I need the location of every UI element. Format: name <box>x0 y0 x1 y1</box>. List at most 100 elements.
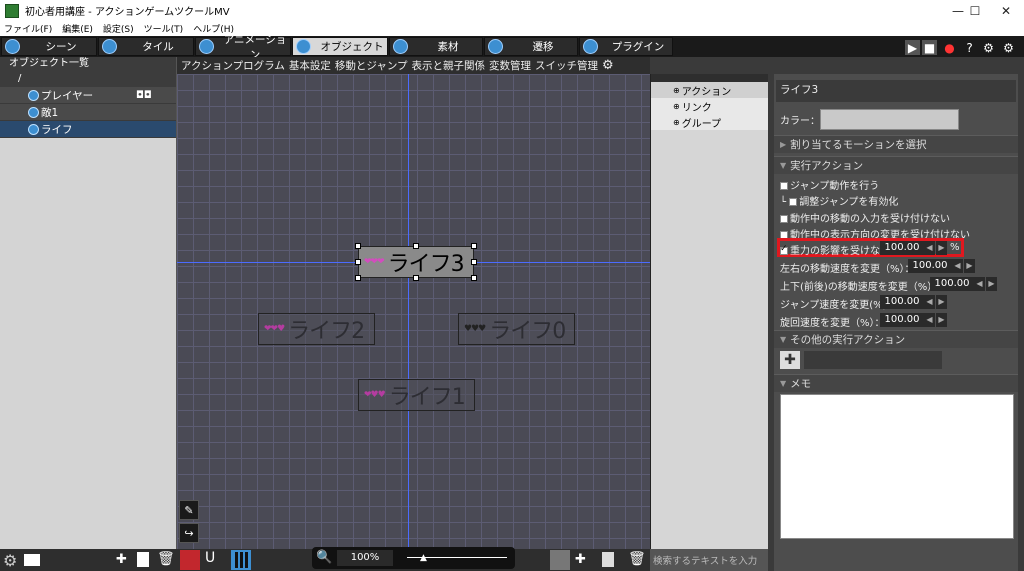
add-action-button[interactable]: ✚ <box>780 351 800 369</box>
decrement-icon[interactable]: ◀ <box>924 295 935 309</box>
memo-section[interactable]: ▼ メモ <box>774 374 1018 392</box>
increment-icon[interactable]: ▶ <box>936 313 947 327</box>
resize-handle[interactable] <box>355 259 361 265</box>
object-item-player[interactable]: プレイヤー ◘◘ <box>0 87 176 104</box>
increment-icon[interactable]: ▶ <box>936 295 947 309</box>
decrement-icon[interactable]: ◀ <box>924 313 935 327</box>
ud-speed-value[interactable]: 100.00 <box>930 277 974 291</box>
connect-tool-icon[interactable]: ↪ <box>179 523 199 543</box>
stop-icon[interactable]: ■ <box>922 40 937 55</box>
menu-bar: ファイル(F) 編集(E) 設定(S) ツール(T) ヘルプ(H) <box>0 21 1024 36</box>
resize-handle[interactable] <box>413 243 419 249</box>
zoom-icon[interactable]: 🔍 <box>316 550 332 565</box>
tab-animation[interactable]: アニメーション <box>195 34 291 61</box>
adjust-jump-checkbox[interactable]: └ 調整ジャンプを有効化 <box>780 193 898 208</box>
play-icon[interactable]: ▶ <box>905 40 920 55</box>
menu-settings[interactable]: 設定(S) <box>103 22 134 35</box>
palette-item-link[interactable]: ⊕ リンク <box>651 98 768 114</box>
palette-search-input[interactable]: 検索するテキストを入力 <box>650 549 768 571</box>
transition-icon <box>488 39 503 54</box>
color-swatch[interactable] <box>820 109 959 130</box>
state-node-life2[interactable]: ❤❤♥ ライフ2 <box>258 313 375 345</box>
align-icon[interactable] <box>550 550 570 570</box>
gear-icon[interactable]: ⚙ <box>981 40 996 55</box>
tab-asset[interactable]: 素材 <box>389 37 483 56</box>
zoom-slider-thumb[interactable]: ▲ <box>420 553 427 563</box>
rot-speed-label: 旋回速度を変更（%）： <box>780 318 885 329</box>
increment-icon[interactable]: ▶ <box>964 259 975 273</box>
resize-handle[interactable] <box>355 275 361 281</box>
gravity-value[interactable]: 100.00 <box>880 241 924 255</box>
jump-speed-value[interactable]: 100.00 <box>880 295 924 309</box>
exec-action-section[interactable]: ▼ 実行アクション <box>774 156 1018 174</box>
state-node-life1[interactable]: ❤♥♥ ライフ1 <box>358 379 475 411</box>
grid-settings-icon[interactable]: ⚙ <box>1001 40 1016 55</box>
snap-icon[interactable] <box>180 550 200 570</box>
copy-node-icon[interactable] <box>602 552 614 567</box>
tab-tile[interactable]: タイル <box>98 37 194 56</box>
lr-speed-value[interactable]: 100.00 <box>908 259 952 273</box>
state-node-life0[interactable]: ♥♥♥ ライフ0 <box>458 313 575 345</box>
rot-speed-value[interactable]: 100.00 <box>880 313 924 327</box>
add-object-icon[interactable]: ✚ <box>116 552 127 567</box>
motion-section[interactable]: ▶ 割り当てるモーションを選択 <box>774 135 1018 153</box>
help-icon[interactable]: ? <box>962 40 977 55</box>
other-action-field[interactable] <box>804 351 942 369</box>
memo-textarea[interactable] <box>780 394 1014 539</box>
triangle-right-icon: ▶ <box>780 140 787 149</box>
resize-handle[interactable] <box>413 275 419 281</box>
palette-item-group[interactable]: ⊕ グループ <box>651 114 768 130</box>
vertical-axis <box>408 74 409 549</box>
delete-node-icon[interactable]: 🗑 <box>628 551 646 567</box>
grid-icon[interactable] <box>231 550 251 570</box>
action-program-canvas[interactable] <box>177 74 650 549</box>
tab-plugin[interactable]: プラグイン <box>579 37 673 56</box>
folder-icon[interactable] <box>24 554 40 566</box>
resize-handle[interactable] <box>471 243 477 249</box>
jump-checkbox[interactable]: ジャンプ動作を行う <box>780 177 879 192</box>
other-action-section[interactable]: ▼ その他の実行アクション <box>774 330 1018 348</box>
gravity-checkbox[interactable]: 重力の影響を受けない <box>780 242 890 257</box>
close-button[interactable]: ✕ <box>989 0 1023 21</box>
color-label: カラー： <box>780 116 820 127</box>
tab-transition[interactable]: 遷移 <box>484 37 578 56</box>
tab-basic-settings[interactable]: 基本設定 <box>289 58 331 73</box>
menu-file[interactable]: ファイル(F) <box>4 22 52 35</box>
tab-display-parent[interactable]: 表示と親子関係 <box>412 58 486 73</box>
settings-icon[interactable]: ⚙ <box>3 551 17 570</box>
menu-edit[interactable]: 編集(E) <box>62 22 93 35</box>
add-node-icon[interactable]: ✚ <box>575 552 586 567</box>
triangle-down-icon: ▼ <box>780 335 787 344</box>
tab-variables[interactable]: 変数管理 <box>489 58 531 73</box>
decrement-icon[interactable]: ◀ <box>974 277 985 291</box>
decrement-icon[interactable]: ◀ <box>952 259 963 273</box>
no-move-input-checkbox[interactable]: 動作中の移動の入力を受け付けない <box>780 210 950 225</box>
record-icon[interactable]: ● <box>942 40 957 55</box>
magnet-icon[interactable]: U <box>205 550 215 566</box>
zoom-value[interactable]: 100% <box>337 550 393 566</box>
node-name-field[interactable]: ライフ3 <box>776 80 1016 102</box>
increment-icon[interactable]: ▶ <box>936 241 947 255</box>
root-folder[interactable]: / <box>0 71 176 87</box>
object-item-enemy1[interactable]: 敵1 <box>0 104 176 121</box>
tab-move-jump[interactable]: 移動とジャンプ <box>335 58 408 73</box>
palette-item-action[interactable]: ⊕ アクション <box>651 82 768 98</box>
maximize-button[interactable]: ☐ <box>958 0 992 21</box>
resize-handle[interactable] <box>355 243 361 249</box>
tab-switches[interactable]: スイッチ管理 <box>535 58 598 73</box>
resize-handle[interactable] <box>471 275 477 281</box>
asset-icon <box>393 39 408 54</box>
object-item-life[interactable]: ライフ <box>0 121 176 138</box>
tab-action-program[interactable]: アクションプログラム <box>181 58 285 73</box>
tab-scene[interactable]: シーン <box>1 37 97 56</box>
menu-tools[interactable]: ツール(T) <box>144 22 184 35</box>
link-tool-icon[interactable]: ✎ <box>179 500 199 520</box>
resize-handle[interactable] <box>471 259 477 265</box>
tab-object[interactable]: オブジェクト <box>292 37 388 56</box>
gear-icon[interactable]: ⚙ <box>602 58 614 73</box>
decrement-icon[interactable]: ◀ <box>924 241 935 255</box>
state-node-life3[interactable]: ❤❤❤ ライフ3 <box>358 246 474 278</box>
trash-icon[interactable]: 🗑 <box>157 551 175 567</box>
increment-icon[interactable]: ▶ <box>986 277 997 291</box>
copy-icon[interactable] <box>137 552 149 567</box>
